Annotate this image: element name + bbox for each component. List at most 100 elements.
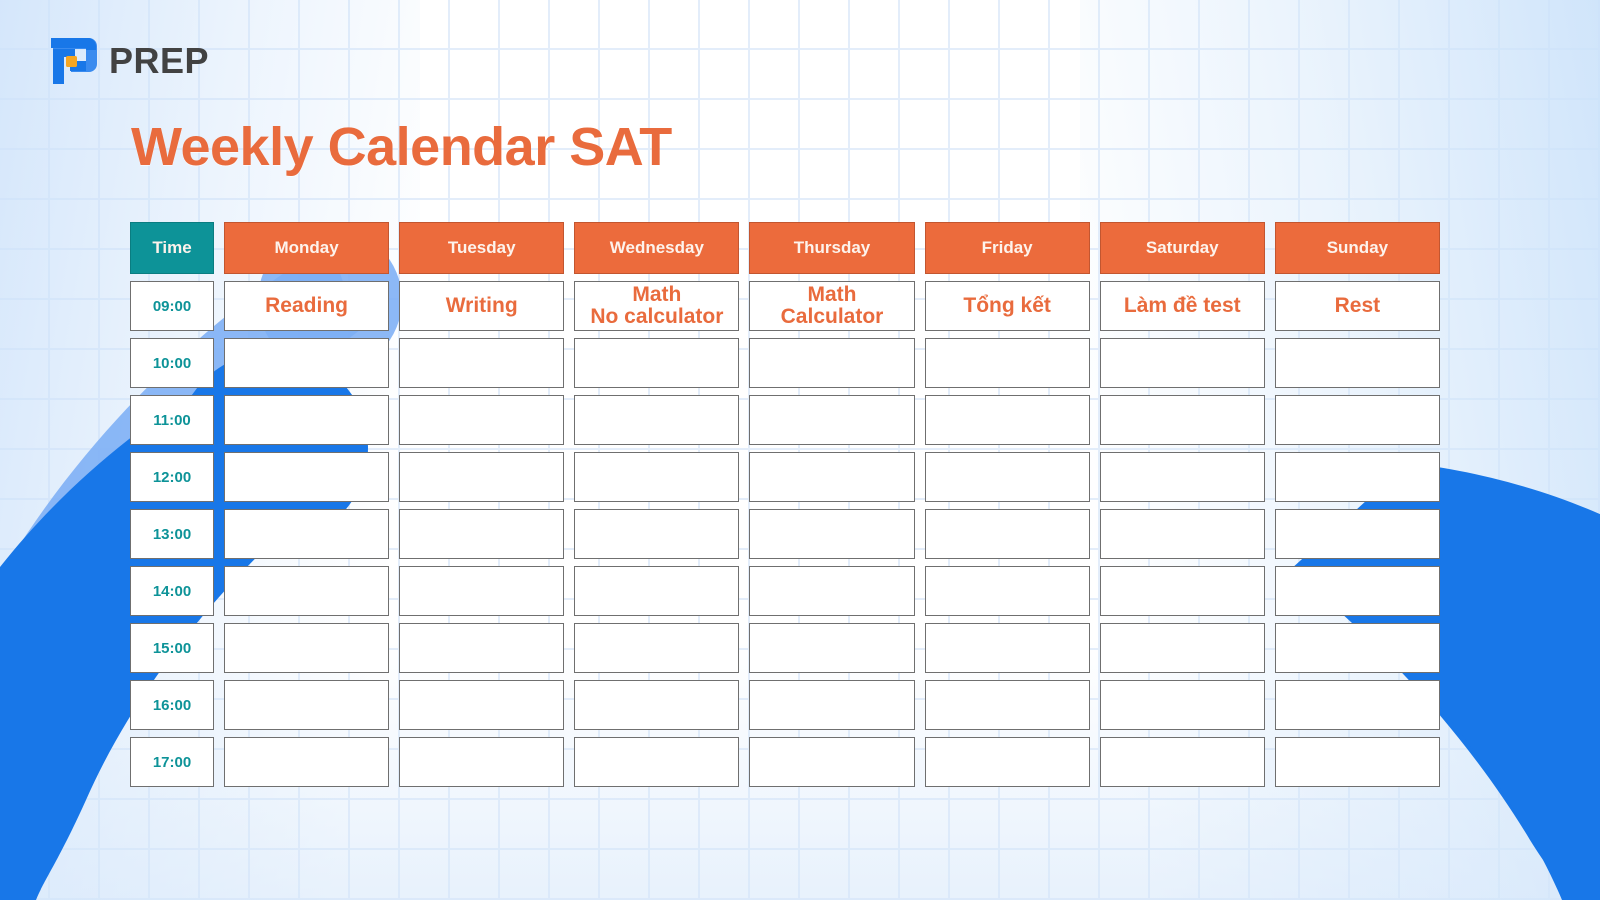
prep-logo-icon: [49, 36, 99, 86]
calendar-page: PREP Weekly Calendar SAT Time Monday Tuesd…: [0, 0, 1600, 900]
calendar-slot-mon[interactable]: [224, 395, 390, 445]
page-title: Weekly Calendar SAT: [131, 117, 672, 177]
calendar-slot-sun[interactable]: [1274, 737, 1440, 787]
calendar-slot-text: Reading: [265, 293, 348, 317]
calendar-slot-wed[interactable]: [574, 338, 740, 388]
time-label: 10:00: [130, 338, 214, 388]
calendar-slot-tue[interactable]: [399, 566, 565, 616]
calendar-slot-sun[interactable]: [1274, 338, 1440, 388]
calendar-slot-sat[interactable]: Làm đề test: [1099, 281, 1265, 331]
calendar-slot-wed[interactable]: Math No calculator: [574, 281, 740, 331]
calendar-slot-tue[interactable]: [399, 737, 565, 787]
calendar-slot-tue[interactable]: [399, 623, 565, 673]
calendar-row: 09:00 Reading Writing Math No calculator Mat…: [130, 281, 1440, 331]
calendar-slot-sun[interactable]: [1274, 566, 1440, 616]
calendar-header-sat[interactable]: Saturday: [1099, 222, 1265, 274]
calendar-header-sun[interactable]: Sunday: [1274, 222, 1440, 274]
time-label: 09:00: [130, 281, 214, 331]
calendar-slot-fri[interactable]: [924, 395, 1090, 445]
weekly-calendar-table: Time Monday Tuesday Wednesday Thursday Friday…: [130, 222, 1440, 794]
calendar-slot-mon[interactable]: [224, 509, 390, 559]
calendar-slot-mon[interactable]: [224, 737, 390, 787]
calendar-slot-tue[interactable]: [399, 395, 565, 445]
calendar-slot-sat[interactable]: [1099, 566, 1265, 616]
calendar-slot-wed[interactable]: [574, 509, 740, 559]
calendar-row: 15:00: [130, 623, 1440, 673]
calendar-row: 11:00: [130, 395, 1440, 445]
calendar-slot-tue[interactable]: [399, 509, 565, 559]
calendar-slot-sat[interactable]: [1099, 452, 1265, 502]
brand-logo[interactable]: PREP: [49, 36, 209, 86]
calendar-slot-sun[interactable]: [1274, 395, 1440, 445]
calendar-slot-fri[interactable]: [924, 737, 1090, 787]
calendar-slot-thu[interactable]: [749, 338, 915, 388]
calendar-slot-mon[interactable]: [224, 566, 390, 616]
calendar-slot-wed[interactable]: [574, 737, 740, 787]
calendar-row: 16:00: [130, 680, 1440, 730]
calendar-slot-mon[interactable]: [224, 338, 390, 388]
time-label: 16:00: [130, 680, 214, 730]
calendar-row: 14:00: [130, 566, 1440, 616]
calendar-slot-wed[interactable]: [574, 680, 740, 730]
calendar-slot-text: Math Calculator: [780, 282, 884, 328]
calendar-slot-thu[interactable]: [749, 452, 915, 502]
calendar-slot-fri[interactable]: [924, 566, 1090, 616]
calendar-slot-sat[interactable]: [1099, 395, 1265, 445]
calendar-slot-tue[interactable]: [399, 338, 565, 388]
calendar-slot-thu[interactable]: [749, 737, 915, 787]
time-label: 14:00: [130, 566, 214, 616]
calendar-slot-text: Làm đề test: [1123, 293, 1241, 317]
calendar-slot-sun[interactable]: [1274, 509, 1440, 559]
calendar-slot-text: Math No calculator: [590, 282, 724, 328]
calendar-slot-tue[interactable]: Writing: [399, 281, 565, 331]
calendar-header-thu[interactable]: Thursday: [749, 222, 915, 274]
calendar-slot-mon[interactable]: [224, 623, 390, 673]
calendar-row: 12:00: [130, 452, 1440, 502]
time-label: 12:00: [130, 452, 214, 502]
calendar-slot-tue[interactable]: [399, 680, 565, 730]
calendar-slot-fri[interactable]: [924, 623, 1090, 673]
calendar-row: 13:00: [130, 509, 1440, 559]
calendar-slot-sat[interactable]: [1099, 680, 1265, 730]
calendar-slot-thu[interactable]: Math Calculator: [749, 281, 915, 331]
calendar-slot-fri[interactable]: [924, 452, 1090, 502]
calendar-slot-thu[interactable]: [749, 566, 915, 616]
calendar-slot-fri[interactable]: [924, 338, 1090, 388]
calendar-slot-sun[interactable]: Rest: [1274, 281, 1440, 331]
calendar-header-tue[interactable]: Tuesday: [399, 222, 565, 274]
calendar-slot-mon[interactable]: Reading: [224, 281, 390, 331]
calendar-row: 17:00: [130, 737, 1440, 787]
calendar-slot-thu[interactable]: [749, 395, 915, 445]
calendar-slot-sun[interactable]: [1274, 623, 1440, 673]
calendar-row: 10:00: [130, 338, 1440, 388]
calendar-slot-thu[interactable]: [749, 623, 915, 673]
calendar-slot-tue[interactable]: [399, 452, 565, 502]
calendar-header-fri[interactable]: Friday: [924, 222, 1090, 274]
calendar-slot-fri[interactable]: Tổng kết: [924, 281, 1090, 331]
calendar-slot-wed[interactable]: [574, 395, 740, 445]
calendar-slot-mon[interactable]: [224, 452, 390, 502]
calendar-slot-thu[interactable]: [749, 509, 915, 559]
calendar-slot-fri[interactable]: [924, 680, 1090, 730]
calendar-slot-text: Tổng kết: [963, 293, 1051, 317]
calendar-header-time[interactable]: Time: [130, 222, 214, 274]
calendar-slot-sat[interactable]: [1099, 509, 1265, 559]
calendar-slot-wed[interactable]: [574, 566, 740, 616]
time-label: 11:00: [130, 395, 214, 445]
calendar-slot-sun[interactable]: [1274, 452, 1440, 502]
calendar-slot-thu[interactable]: [749, 680, 915, 730]
calendar-slot-wed[interactable]: [574, 623, 740, 673]
time-label: 15:00: [130, 623, 214, 673]
calendar-header-mon[interactable]: Monday: [224, 222, 390, 274]
calendar-header-wed[interactable]: Wednesday: [574, 222, 740, 274]
calendar-slot-fri[interactable]: [924, 509, 1090, 559]
calendar-slot-sun[interactable]: [1274, 680, 1440, 730]
calendar-slot-sat[interactable]: [1099, 737, 1265, 787]
calendar-slot-mon[interactable]: [224, 680, 390, 730]
time-label: 13:00: [130, 509, 214, 559]
calendar-slot-sat[interactable]: [1099, 338, 1265, 388]
calendar-slot-wed[interactable]: [574, 452, 740, 502]
calendar-slot-text: Writing: [445, 293, 518, 317]
calendar-slot-sat[interactable]: [1099, 623, 1265, 673]
brand-name: PREP: [109, 40, 210, 81]
